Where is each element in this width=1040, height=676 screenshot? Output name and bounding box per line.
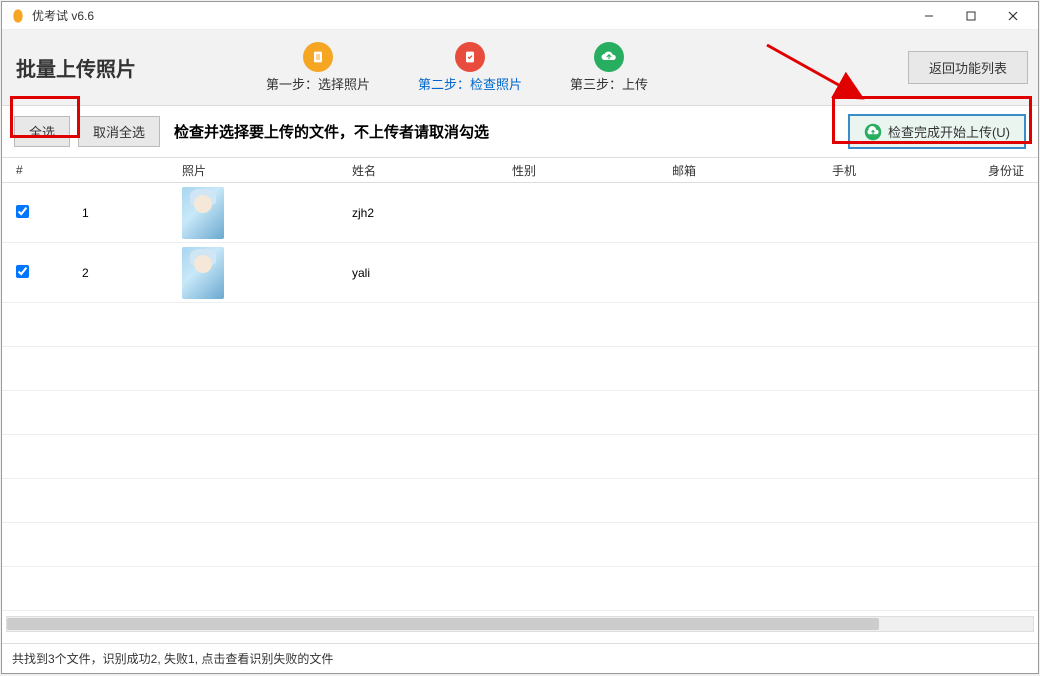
window-controls: [908, 3, 1034, 29]
step-2[interactable]: 第二步：检查照片: [418, 42, 522, 93]
minimize-button[interactable]: [908, 3, 950, 29]
data-table: # 照片 姓名 性别 邮箱 手机 身份证 1 zjh2 2 yali: [2, 157, 1038, 632]
select-all-button[interactable]: 全选: [14, 116, 70, 147]
col-header-photo[interactable]: 照片: [182, 162, 352, 179]
table-header-row: # 照片 姓名 性别 邮箱 手机 身份证: [2, 157, 1038, 183]
cloud-upload-icon: [864, 123, 882, 141]
maximize-button[interactable]: [950, 3, 992, 29]
table-row[interactable]: 2 yali: [2, 243, 1038, 303]
col-header-idcard[interactable]: 身份证: [972, 162, 1038, 179]
status-bar[interactable]: 共找到3个文件，识别成功2, 失败1, 点击查看识别失败的文件: [2, 643, 1038, 673]
row-checkbox[interactable]: [16, 265, 29, 278]
step-3-label: 第三步：上传: [570, 74, 648, 93]
app-window: 优考试 v6.6 批量上传照片 第一步：选择照片: [1, 1, 1039, 674]
row-checkbox[interactable]: [16, 205, 29, 218]
close-button[interactable]: [992, 3, 1034, 29]
table-body: 1 zjh2 2 yali: [2, 183, 1038, 303]
deselect-all-button[interactable]: 取消全选: [78, 116, 160, 147]
row-number: 2: [82, 266, 182, 280]
row-name: yali: [352, 266, 512, 280]
app-icon: [10, 8, 26, 24]
return-button[interactable]: 返回功能列表: [908, 51, 1028, 84]
horizontal-scrollbar[interactable]: [6, 616, 1034, 632]
cloud-upload-icon: [594, 42, 624, 72]
photo-thumbnail[interactable]: [182, 187, 224, 239]
row-name: zjh2: [352, 206, 512, 220]
instruction-text: 检查并选择要上传的文件，不上传者请取消勾选: [174, 121, 489, 142]
photo-thumbnail[interactable]: [182, 247, 224, 299]
check-clipboard-icon: [455, 42, 485, 72]
titlebar: 优考试 v6.6: [2, 2, 1038, 30]
window-title: 优考试 v6.6: [32, 7, 908, 24]
upload-button-label: 检查完成开始上传(U): [888, 122, 1010, 141]
col-header-hash[interactable]: #: [2, 163, 82, 177]
col-header-phone[interactable]: 手机: [832, 162, 972, 179]
step-1[interactable]: 第一步：选择照片: [266, 42, 370, 93]
start-upload-button[interactable]: 检查完成开始上传(U): [848, 114, 1026, 149]
col-header-gender[interactable]: 性别: [512, 162, 672, 179]
col-header-name[interactable]: 姓名: [352, 162, 512, 179]
step-1-label: 第一步：选择照片: [266, 74, 370, 93]
status-text: 共找到3个文件，识别成功2, 失败1, 点击查看识别失败的文件: [12, 650, 333, 667]
steps-container: 第一步：选择照片 第二步：检查照片 第三步：上传: [266, 42, 908, 93]
page-title: 批量上传照片: [16, 53, 266, 82]
toolbar: 全选 取消全选 检查并选择要上传的文件，不上传者请取消勾选 检查完成开始上传(U…: [2, 106, 1038, 157]
row-number: 1: [82, 206, 182, 220]
step-2-label: 第二步：检查照片: [418, 74, 522, 93]
step-3[interactable]: 第三步：上传: [570, 42, 648, 93]
top-panel: 批量上传照片 第一步：选择照片 第二步：检查照片 第三步：上传 返: [2, 30, 1038, 106]
col-header-email[interactable]: 邮箱: [672, 162, 832, 179]
document-icon: [303, 42, 333, 72]
scrollbar-thumb[interactable]: [7, 618, 879, 630]
table-row[interactable]: 1 zjh2: [2, 183, 1038, 243]
empty-rows: [2, 303, 1038, 611]
